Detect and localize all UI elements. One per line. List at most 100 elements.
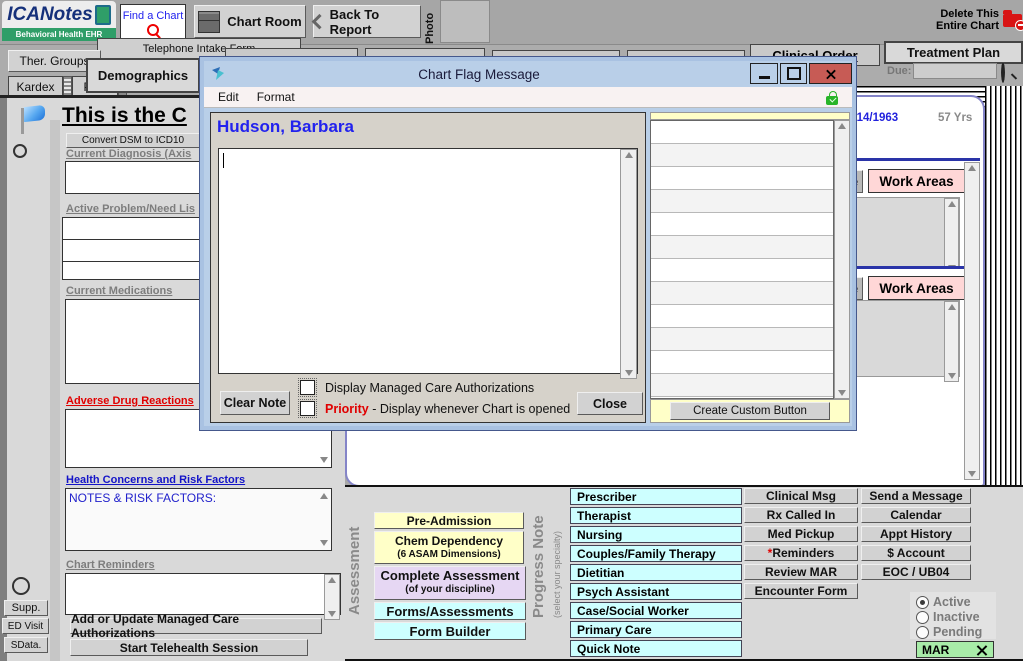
calendar-button[interactable]: Calendar <box>861 507 971 523</box>
supp-label: Supp. <box>12 602 41 614</box>
status-radio-active[interactable]: Active <box>916 595 971 609</box>
chart-reminders-box[interactable] <box>65 573 341 615</box>
photo-tab[interactable]: Photo <box>424 2 436 44</box>
scroll-down-icon[interactable] <box>328 611 336 617</box>
scroll-down-icon[interactable] <box>625 370 633 376</box>
scroll-up-icon[interactable] <box>320 493 328 499</box>
left-radio-bottom[interactable] <box>12 577 30 595</box>
scroll-up-icon[interactable] <box>838 123 846 129</box>
chart-flag-icon[interactable] <box>18 106 46 134</box>
work-areas-button-2[interactable]: Work Areas <box>868 276 965 300</box>
supp-button[interactable]: Supp. <box>4 600 48 616</box>
progress-case-social-worker-button[interactable]: Case/Social Worker <box>570 602 742 619</box>
scroll-down-icon[interactable] <box>320 457 328 463</box>
content-panel-scrollbar[interactable] <box>964 162 980 480</box>
action-label: Reminders <box>772 546 834 560</box>
managed-care-button[interactable]: Add or Update Managed Care Authorization… <box>70 618 322 634</box>
priority-rest: - Display whenever Chart is opened <box>369 402 571 416</box>
managed-care-checkbox[interactable] <box>300 380 315 395</box>
close-button[interactable] <box>809 63 852 84</box>
scroll-up-icon[interactable] <box>625 152 633 158</box>
scroll-down-icon[interactable] <box>948 373 956 379</box>
progress-nursing-button[interactable]: Nursing <box>570 526 742 543</box>
review-mar-button[interactable]: Review MAR <box>744 564 858 580</box>
scroll-down-icon[interactable] <box>838 390 846 396</box>
active-problem-label: Active Problem/Need Lis <box>66 203 200 215</box>
modal-close-button[interactable]: Close <box>577 392 643 415</box>
textarea-scrollbar[interactable] <box>620 149 637 379</box>
reminders-button[interactable]: * Reminders <box>744 545 858 561</box>
work-areas-button-1[interactable]: Work Areas <box>868 169 965 193</box>
sdata-button[interactable]: SData. <box>4 637 48 653</box>
chart-room-label: Chart Room <box>227 14 301 29</box>
status-radio-inactive[interactable]: Inactive <box>916 610 980 624</box>
progress-dietitian-button[interactable]: Dietitian <box>570 564 742 581</box>
progress-item-label: Nursing <box>577 528 622 542</box>
left-radio-top[interactable] <box>13 144 27 158</box>
due-input[interactable] <box>913 63 997 79</box>
send-message-button[interactable]: Send a Message <box>861 488 971 504</box>
clear-note-button[interactable]: Clear Note <box>220 391 290 415</box>
progress-item-label: Case/Social Worker <box>577 604 689 618</box>
telehealth-button[interactable]: Start Telehealth Session <box>70 639 308 656</box>
clinical-msg-button[interactable]: Clinical Msg <box>744 488 858 504</box>
encounter-form-button[interactable]: Encounter Form <box>744 583 858 599</box>
work-areas-scrollbar-2[interactable] <box>944 301 959 382</box>
mar-button[interactable]: MAR <box>916 641 994 658</box>
progress-couples-family-button[interactable]: Couples/Family Therapy <box>570 545 742 562</box>
treatment-plan-search-icon[interactable] <box>1001 62 1005 83</box>
progress-primary-care-button[interactable]: Primary Care <box>570 621 742 638</box>
med-pickup-button[interactable]: Med Pickup <box>744 526 858 542</box>
scroll-up-icon[interactable] <box>968 165 976 171</box>
form-builder-button[interactable]: Form Builder <box>374 622 526 640</box>
scroll-up-icon[interactable] <box>328 577 336 583</box>
account-button[interactable]: $ Account <box>861 545 971 561</box>
scroll-down-icon[interactable] <box>968 471 976 477</box>
chem-dependency-button[interactable]: Chem Dependency (6 ASAM Dimensions) <box>374 531 524 564</box>
active-problem-list[interactable] <box>62 217 200 280</box>
scroll-down-icon[interactable] <box>320 540 328 546</box>
delete-chart-button[interactable]: Delete This Entire Chart <box>922 5 1022 35</box>
pre-admission-button[interactable]: Pre-Admission <box>374 512 524 529</box>
treatment-plan-button[interactable]: Treatment Plan <box>884 41 1023 64</box>
maximize-button[interactable] <box>780 63 807 84</box>
convert-dsm-button[interactable]: Convert DSM to ICD10 <box>66 133 200 148</box>
scroll-up-icon[interactable] <box>948 304 956 310</box>
work-areas-scrollbar-1[interactable] <box>944 198 959 274</box>
create-custom-button[interactable]: Create Custom Button <box>670 402 830 420</box>
forms-assessments-button[interactable]: Forms/Assessments <box>374 602 526 620</box>
complete-assessment-button[interactable]: Complete Assessment (of your discipline) <box>374 566 526 600</box>
ther-groups-label: Ther. Groups <box>19 54 89 68</box>
left-divider-strip <box>50 120 60 661</box>
back-to-report-button[interactable]: Back To Report <box>313 5 421 38</box>
progress-quick-note-button[interactable]: Quick Note <box>570 640 742 657</box>
lock-icon <box>826 96 838 105</box>
custom-button-list[interactable] <box>650 120 834 399</box>
current-medications-box[interactable] <box>65 299 200 384</box>
menu-edit[interactable]: Edit <box>218 90 239 104</box>
progress-item-label: Couples/Family Therapy <box>577 547 716 561</box>
progress-item-label: Quick Note <box>577 642 640 656</box>
find-a-chart-button[interactable]: Find a Chart <box>120 4 186 41</box>
menu-format[interactable]: Format <box>257 90 295 104</box>
priority-checkbox[interactable] <box>300 401 315 416</box>
ed-visit-button[interactable]: ED Visit <box>2 618 49 634</box>
appt-history-button[interactable]: Appt History <box>861 526 971 542</box>
reminders-scrollbar[interactable] <box>324 574 340 620</box>
chevron-left-icon <box>312 14 327 29</box>
rx-called-in-button[interactable]: Rx Called In <box>744 507 858 523</box>
tab-demographics[interactable]: Demographics <box>86 58 200 93</box>
health-concerns-box[interactable]: NOTES & RISK FACTORS: <box>65 488 332 551</box>
current-diagnosis-label: Current Diagnosis (Axis <box>66 148 200 160</box>
current-diagnosis-box[interactable] <box>65 161 200 194</box>
flag-message-textarea[interactable] <box>218 148 638 374</box>
custom-list-scrollbar[interactable] <box>834 120 850 399</box>
scroll-up-icon[interactable] <box>948 201 956 207</box>
progress-therapist-button[interactable]: Therapist <box>570 507 742 524</box>
chart-room-button[interactable]: Chart Room <box>194 5 306 38</box>
progress-prescriber-button[interactable]: Prescriber <box>570 488 742 505</box>
eoc-ub04-button[interactable]: EOC / UB04 <box>861 564 971 580</box>
minimize-button[interactable] <box>750 63 778 84</box>
status-radio-pending[interactable]: Pending <box>916 625 982 639</box>
progress-psych-assistant-button[interactable]: Psych Assistant <box>570 583 742 600</box>
